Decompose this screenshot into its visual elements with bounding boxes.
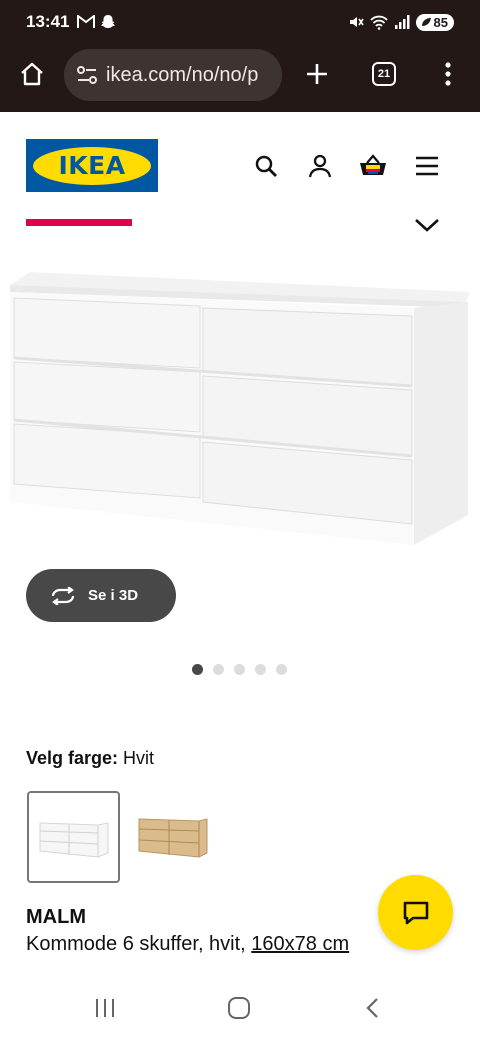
tune-icon[interactable]	[76, 65, 98, 85]
more-vert-icon[interactable]	[433, 59, 463, 89]
carousel-dot[interactable]	[213, 664, 224, 675]
tab-switcher-button[interactable]: 21	[369, 59, 399, 89]
browser-toolbar: ikea.com/no/no/p 21	[0, 44, 480, 112]
rotate-3d-icon	[51, 586, 75, 605]
carousel-dot[interactable]	[192, 664, 203, 675]
signal-icon	[394, 15, 410, 29]
product-description-text: Kommode 6 skuffer, hvit,	[26, 933, 252, 955]
home-icon[interactable]	[17, 59, 47, 89]
battery-saver-icon	[421, 18, 431, 26]
chat-button[interactable]	[378, 875, 453, 950]
status-bar: 13:41 85	[0, 0, 480, 44]
product-image[interactable]	[0, 240, 480, 580]
site-header: IKEA	[0, 112, 480, 212]
tab-count: 21	[372, 62, 396, 86]
image-carousel-dots	[192, 664, 287, 675]
battery-indicator: 85	[415, 13, 454, 31]
back-icon[interactable]	[358, 995, 388, 1021]
battery-level: 85	[433, 14, 448, 30]
home-button-icon[interactable]	[224, 995, 254, 1021]
chevron-down-icon[interactable]	[412, 212, 442, 236]
color-swatch-oak[interactable]	[126, 791, 219, 883]
recent-apps-icon[interactable]	[90, 995, 120, 1021]
user-icon[interactable]	[306, 152, 334, 180]
product-name: MALM	[26, 906, 86, 928]
basket-icon[interactable]	[359, 152, 387, 180]
color-selector-label: Velg farge:	[26, 748, 119, 768]
snapchat-icon	[101, 15, 116, 28]
status-time: 13:41	[26, 12, 70, 31]
plus-icon[interactable]	[302, 59, 332, 89]
view-in-3d-button[interactable]: Se i 3D	[26, 569, 176, 622]
product-description: Kommode 6 skuffer, hvit, 160x78 cm	[26, 933, 349, 956]
selected-color-value: Hvit	[123, 748, 155, 768]
carousel-dot[interactable]	[255, 664, 266, 675]
search-icon[interactable]	[252, 152, 280, 180]
address-bar[interactable]: ikea.com/no/no/p	[64, 49, 282, 101]
gmail-icon	[77, 15, 96, 28]
hamburger-icon[interactable]	[413, 152, 441, 180]
wifi-icon	[369, 15, 388, 30]
logo-text: IKEA	[58, 151, 126, 180]
mute-icon	[349, 17, 364, 27]
promo-strip	[26, 219, 132, 226]
view-in-3d-label: Se i 3D	[88, 587, 139, 604]
product-size-link[interactable]: 160x78 cm	[251, 933, 349, 955]
system-nav-bar	[0, 975, 480, 1040]
url-text: ikea.com/no/no/p	[106, 63, 259, 86]
chat-icon	[403, 901, 428, 924]
ikea-logo[interactable]: IKEA	[26, 139, 158, 192]
color-selector-heading: Velg farge: Hvit	[26, 748, 154, 769]
carousel-dot[interactable]	[276, 664, 287, 675]
carousel-dot[interactable]	[234, 664, 245, 675]
color-swatch-white[interactable]	[27, 791, 120, 883]
